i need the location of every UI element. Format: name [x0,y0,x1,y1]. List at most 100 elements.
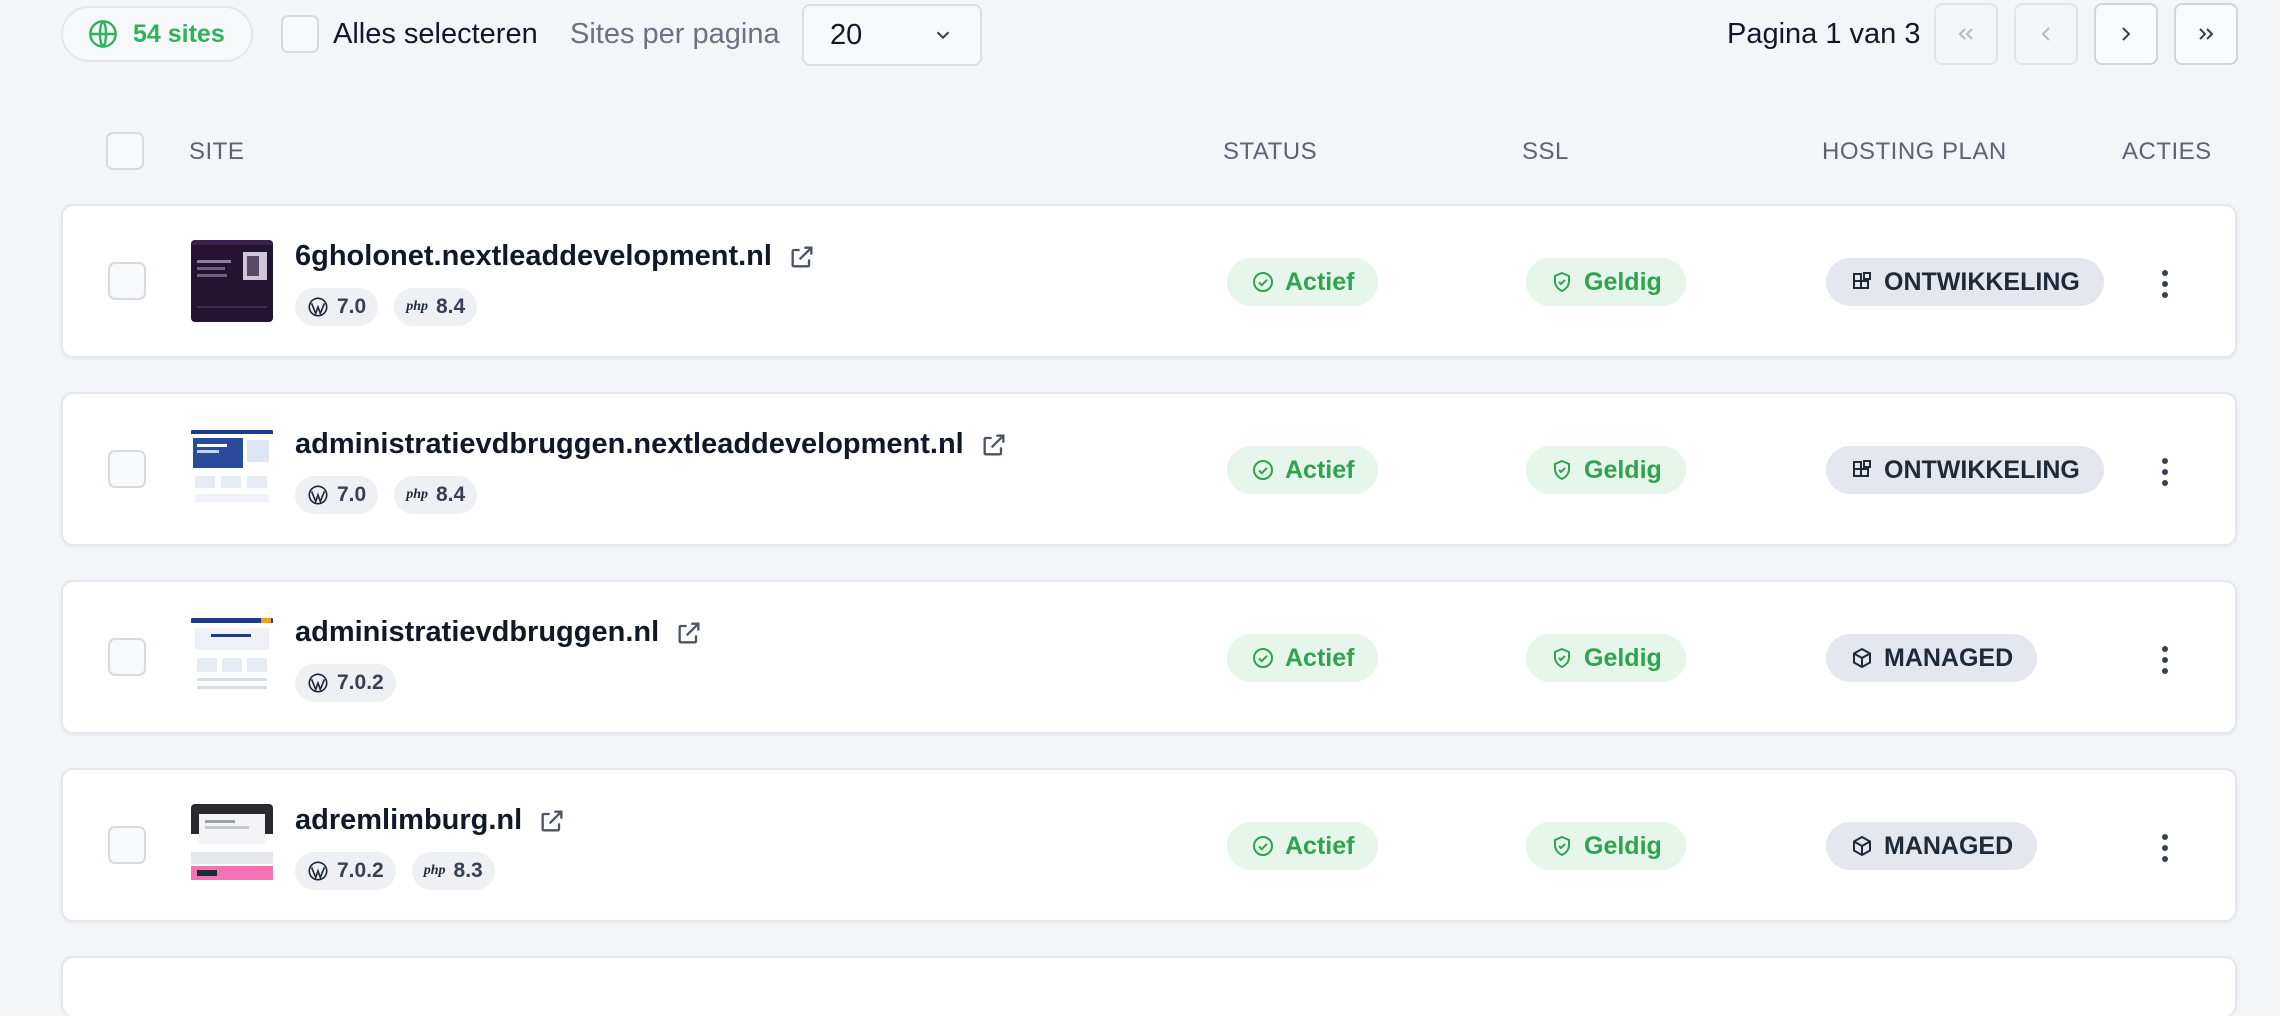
site-name[interactable]: administratievdbruggen.nl [295,616,659,649]
first-page-button[interactable] [1934,3,1998,65]
check-circle-icon [1253,836,1273,856]
wordpress-version-badge: 7.0 [295,476,379,514]
status-label: Actief [1285,455,1355,484]
chevron-right-icon [2122,27,2131,41]
last-page-button[interactable] [2174,3,2238,65]
ssl-badge: Geldig [1526,446,1686,494]
ssl-label: Geldig [1584,267,1662,296]
check-circle-icon [1253,460,1273,480]
sites-count-badge: 54 sites [61,6,253,62]
shield-check-icon [1554,835,1570,857]
status-label: Actief [1285,643,1355,672]
row-actions-button[interactable] [2153,640,2177,680]
row-checkbox[interactable] [108,450,146,488]
php-version-badge: php 8.4 [394,476,478,514]
ssl-label: Geldig [1584,643,1662,672]
row-actions-button[interactable] [2153,452,2177,492]
external-link-icon[interactable] [788,243,816,271]
site-name[interactable]: administratievdbruggen.nextleaddevelopme… [295,428,964,461]
row-checkbox[interactable] [108,826,146,864]
php-version-badge: php 8.4 [394,288,478,326]
shield-check-icon [1554,459,1570,481]
external-link-icon[interactable] [538,807,566,835]
row-checkbox[interactable] [108,262,146,300]
row-actions-button[interactable] [2153,264,2177,304]
more-vertical-icon [2162,458,2168,486]
site-name[interactable]: 6gholonet.nextleaddevelopment.nl [295,240,772,273]
select-all-control[interactable]: Alles selecteren [281,15,538,53]
shield-check-icon [1554,647,1570,669]
column-header-status: STATUS [1223,138,1318,165]
wordpress-version-badge: 7.0 [295,288,379,326]
site-thumbnail [191,616,273,698]
sites-count-label: 54 sites [133,19,225,48]
previous-page-button[interactable] [2014,3,2078,65]
ssl-badge: Geldig [1526,258,1686,306]
box-icon [1853,647,1871,669]
row-checkbox[interactable] [108,638,146,676]
wordpress-icon [308,673,328,693]
status-label: Actief [1285,831,1355,860]
version-badges: 7.0.2 [295,664,396,702]
per-page-select[interactable]: 20 [802,4,982,66]
next-page-button[interactable] [2094,3,2158,65]
select-all-checkbox[interactable] [281,15,319,53]
header-select-checkbox[interactable] [106,132,144,170]
column-header-actions: ACTIES [2122,138,2212,165]
php-version: 8.4 [436,295,466,318]
per-page-label: Sites per pagina [570,18,780,50]
table-row: administratievdbruggen.nextleaddevelopme… [61,392,2237,546]
box-icon [1853,835,1871,857]
ssl-label: Geldig [1584,831,1662,860]
hosting-plan-badge: MANAGED [1826,634,2038,682]
version-badges: 7.0 php 8.4 [295,288,478,326]
php-icon: php [406,487,428,502]
table-row: administratievdbruggen.nl 7.0.2 Actief G… [61,580,2237,734]
site-name-link[interactable]: 6gholonet.nextleaddevelopment.nl [295,240,816,273]
php-icon: php [406,299,428,314]
site-name-link[interactable]: adremlimburg.nl [295,804,566,837]
wordpress-icon [308,861,328,881]
wordpress-icon [308,297,328,317]
ssl-badge: Geldig [1526,822,1686,870]
row-actions-button[interactable] [2153,828,2177,868]
site-name-link[interactable]: administratievdbruggen.nl [295,616,703,649]
status-badge: Actief [1227,822,1379,870]
site-thumbnail [191,240,273,322]
hosting-plan-badge: ONTWIKKELING [1826,446,2104,494]
version-badges: 7.0.2 php 8.3 [295,852,495,890]
wordpress-version: 7.0.2 [337,859,384,882]
hosting-plan-label: MANAGED [1884,643,2014,672]
table-header: SITE STATUS SSL HOSTING PLAN ACTIES [0,120,2280,182]
version-badges: 7.0 php 8.4 [295,476,478,514]
hosting-plan-label: ONTWIKKELING [1884,455,2080,484]
column-header-ssl: SSL [1522,138,1569,165]
site-name-link[interactable]: administratievdbruggen.nextleaddevelopme… [295,428,1008,461]
blocks-icon [1853,460,1871,477]
chevrons-right-icon [2199,28,2214,40]
status-badge: Actief [1227,446,1379,494]
more-vertical-icon [2162,834,2168,862]
check-circle-icon [1253,272,1273,292]
ssl-label: Geldig [1584,455,1662,484]
wordpress-icon [308,485,328,505]
ssl-badge: Geldig [1526,634,1686,682]
select-all-label: Alles selecteren [333,17,538,50]
php-icon: php [423,863,446,878]
php-version: 8.3 [453,859,483,882]
more-vertical-icon [2162,270,2168,298]
table-row: adremlimburg.nl 7.0.2 php 8.3 Actief Gel… [61,768,2237,922]
site-name[interactable]: adremlimburg.nl [295,804,522,837]
php-version: 8.4 [436,483,466,506]
chevrons-left-icon [1958,28,1973,40]
external-link-icon[interactable] [980,431,1008,459]
hosting-plan-label: MANAGED [1884,831,2014,860]
wordpress-version: 7.0.2 [337,671,384,694]
pagination-label: Pagina 1 van 3 [1727,18,1921,50]
sites-toolbar: 54 sites Alles selecteren Sites per pagi… [0,0,2280,80]
external-link-icon[interactable] [675,619,703,647]
shield-check-icon [1554,271,1570,293]
wordpress-version: 7.0 [337,295,367,318]
chevron-left-icon [2041,27,2050,41]
site-thumbnail [191,428,273,510]
